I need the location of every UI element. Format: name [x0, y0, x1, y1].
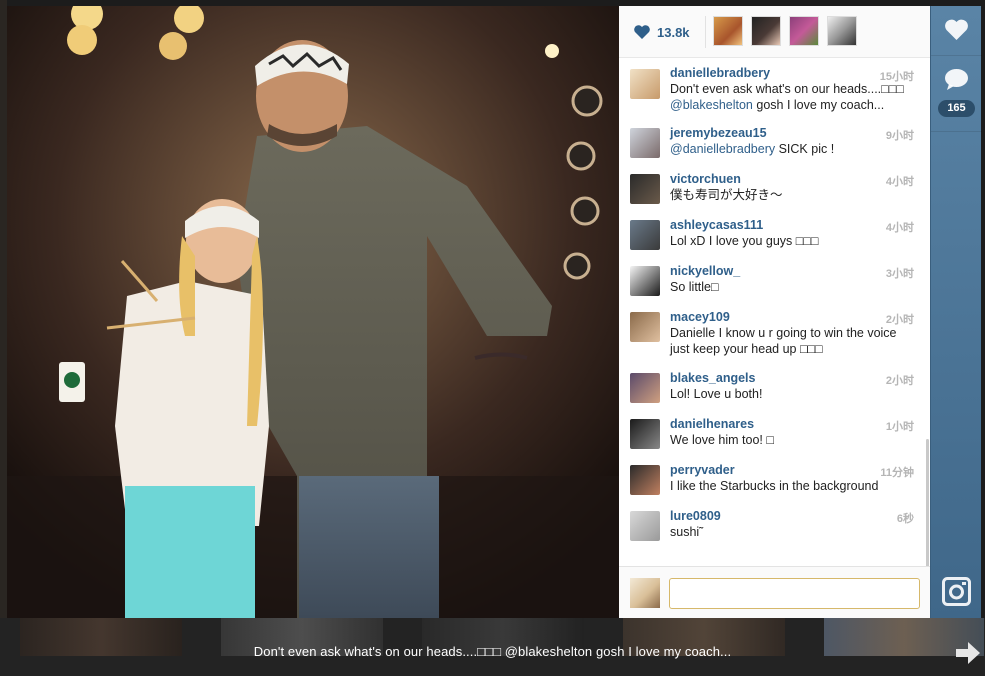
comment-timestamp: 9小时	[885, 130, 914, 142]
likes-count-label: 13.8k	[657, 24, 690, 40]
comment-text: So little□	[670, 279, 916, 295]
commenter-avatar[interactable]	[630, 69, 660, 99]
comment-item: ashleycasas111 4小时 Lol xD I love you guys …	[619, 210, 930, 256]
comment-text-segment: So little□	[670, 280, 719, 294]
commenter-avatar[interactable]	[630, 128, 660, 158]
comment-text-segment: 僕も寿司が大好き〜	[670, 188, 783, 202]
heart-icon	[634, 25, 650, 39]
commenter-username[interactable]: ashleycasas111	[670, 218, 916, 232]
comment-text: @daniellebradbery SICK pic !	[670, 141, 916, 157]
comment-item: perryvader 11分钟 I like the Starbucks in th…	[619, 455, 930, 501]
commenter-avatar[interactable]	[630, 465, 660, 495]
comment-text: sushi˜	[670, 524, 916, 540]
comment-text-segment: Don't even ask what's on our heads....□□…	[670, 82, 904, 96]
post-photo[interactable]	[7, 6, 619, 618]
comment-timestamp: 2小时	[885, 375, 914, 387]
comment-timestamp: 11分钟	[880, 467, 914, 479]
comment-list: daniellebradbery 15小时 Don't even ask what'…	[619, 59, 930, 565]
comment-text: Lol xD I love you guys □□□	[670, 233, 916, 249]
comment-text: We love him too! □	[670, 432, 916, 448]
photo-caption: Don't even ask what's on our heads....□□…	[253, 644, 732, 659]
comment-timestamp: 2小时	[885, 314, 914, 326]
comment-item: danielhenares 1小时 We love him too! □	[619, 409, 930, 455]
comment-timestamp: 4小时	[885, 222, 914, 234]
commenter-avatar[interactable]	[630, 312, 660, 342]
current-user-avatar	[630, 578, 660, 608]
comment-text: Lol! Love u both!	[670, 386, 916, 402]
comment-timestamp: 3小时	[885, 268, 914, 280]
comment-item: blakes_angels 2小时 Lol! Love u both!	[619, 363, 930, 409]
liker-avatar[interactable]	[827, 16, 857, 46]
comment-timestamp: 15小时	[879, 71, 914, 83]
likes-bar: 13.8k	[619, 6, 930, 58]
comment-item: victorchuen 4小时僕も寿司が大好き〜	[619, 164, 930, 210]
commenter-username[interactable]: perryvader	[670, 463, 916, 477]
comment-text: Danielle I know u r going to win the voi…	[670, 325, 916, 357]
divider	[705, 16, 706, 48]
mention-link[interactable]: @daniellebradbery	[670, 142, 775, 156]
comment-text: Don't even ask what's on our heads....□□…	[670, 81, 916, 113]
instagram-icon[interactable]	[942, 577, 971, 606]
like-button[interactable]	[931, 6, 982, 56]
commenter-username[interactable]: macey109	[670, 310, 916, 324]
comment-text-segment: gosh I love my coach...	[752, 98, 885, 112]
comment-input[interactable]	[669, 578, 920, 609]
liker-avatar[interactable]	[713, 16, 743, 46]
comment-item: lure0809 6秒 sushi˜	[619, 501, 930, 547]
comment-text-segment: Lol! Love u both!	[670, 387, 763, 401]
commenter-username[interactable]: jeremybezeau15	[670, 126, 916, 140]
comment-text-segment: I like the Starbucks in the background	[670, 479, 879, 493]
comment-timestamp: 6秒	[896, 513, 914, 525]
comment-item: macey109 2小时 Danielle I know u r going to …	[619, 302, 930, 363]
comment-text: 僕も寿司が大好き〜	[670, 187, 916, 203]
comment-text-segment: SICK pic !	[775, 142, 835, 156]
commenter-avatar[interactable]	[630, 373, 660, 403]
comment-text-segment: Danielle I know u r going to win the voi…	[670, 326, 897, 356]
mention-link[interactable]: @blakeshelton	[670, 98, 753, 112]
comment-text: I like the Starbucks in the background	[670, 478, 916, 494]
commenter-username[interactable]: nickyellow_	[670, 264, 916, 278]
commenter-avatar[interactable]	[630, 174, 660, 204]
comment-text-segment: sushi˜	[670, 525, 704, 539]
speech-bubble-icon	[945, 69, 968, 90]
comment-text-segment: We love him too! □	[670, 433, 774, 447]
next-arrow-icon[interactable]	[954, 640, 982, 666]
commenter-username[interactable]: victorchuen	[670, 172, 916, 186]
comment-item: jeremybezeau15 9小时 @daniellebradbery SICK …	[619, 118, 930, 164]
comment-compose	[619, 566, 930, 618]
commenter-avatar[interactable]	[630, 511, 660, 541]
comment-count-badge: 165	[938, 100, 975, 117]
commenter-avatar[interactable]	[630, 419, 660, 449]
comment-button[interactable]: 165	[931, 56, 982, 132]
photo-illustration	[7, 6, 619, 618]
commenter-username[interactable]: danielhenares	[670, 417, 916, 431]
commenter-avatar[interactable]	[630, 266, 660, 296]
comment-text-segment: Lol xD I love you guys □□□	[670, 234, 819, 248]
comments-panel: 13.8k daniellebradbery 15小时 Don't even ask…	[619, 6, 930, 619]
liker-avatar[interactable]	[789, 16, 819, 46]
comment-item: daniellebradbery 15小时 Don't even ask what'…	[619, 59, 930, 118]
action-sidebar: 165	[930, 6, 982, 618]
background-edge	[0, 0, 7, 618]
comment-timestamp: 4小时	[885, 176, 914, 188]
likes-count-button[interactable]: 13.8k	[633, 19, 690, 45]
commenter-username[interactable]: blakes_angels	[670, 371, 916, 385]
heart-icon	[945, 19, 968, 40]
comment-item: nickyellow_ 3小时 So little□	[619, 256, 930, 302]
comment-timestamp: 1小时	[885, 421, 914, 433]
commenter-avatar[interactable]	[630, 220, 660, 250]
commenter-username[interactable]: lure0809	[670, 509, 916, 523]
liker-avatar[interactable]	[751, 16, 781, 46]
